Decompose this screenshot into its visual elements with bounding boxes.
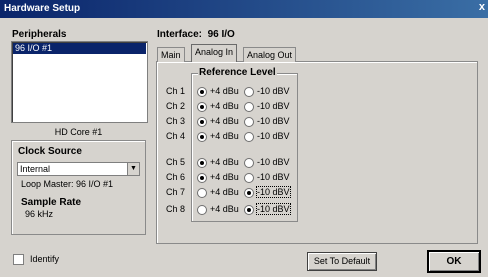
radio-plus4-dbu[interactable] bbox=[197, 132, 207, 142]
clock-source-value: Internal bbox=[20, 164, 51, 174]
hardware-setup-window: Hardware Setup x Peripherals 96 I/O #1 H… bbox=[0, 0, 488, 277]
channel-label: Ch 8 bbox=[166, 204, 186, 214]
reference-option-label[interactable]: +4 dBu bbox=[210, 131, 239, 141]
tab-analog-out[interactable]: Analog Out bbox=[243, 47, 297, 62]
close-icon[interactable]: x bbox=[479, 1, 485, 13]
radio-plus4-dbu[interactable] bbox=[197, 87, 207, 97]
window-title: Hardware Setup bbox=[4, 3, 81, 14]
channel-label: Ch 5 bbox=[166, 157, 186, 167]
radio-plus4-dbu[interactable] bbox=[197, 205, 207, 215]
interface-label: Interface: bbox=[157, 29, 203, 40]
radio-minus10-dbv[interactable] bbox=[244, 132, 254, 142]
radio-minus10-dbv[interactable] bbox=[244, 158, 254, 168]
interface-heading: Interface: 96 I/O bbox=[157, 29, 235, 40]
reference-level-heading: Reference Level bbox=[198, 67, 277, 78]
peripherals-heading: Peripherals bbox=[12, 29, 67, 40]
reference-option-label[interactable]: -10 dBV bbox=[256, 203, 291, 215]
ok-button[interactable]: OK bbox=[427, 250, 481, 273]
reference-option-label[interactable]: -10 dBV bbox=[257, 116, 290, 126]
title-bar: Hardware Setup x bbox=[0, 0, 488, 18]
radio-minus10-dbv[interactable] bbox=[244, 87, 254, 97]
reference-option-label[interactable]: +4 dBu bbox=[210, 101, 239, 111]
radio-minus10-dbv[interactable] bbox=[244, 173, 254, 183]
identify-checkbox[interactable]: Identify bbox=[13, 254, 60, 266]
loop-master-label: Loop Master: 96 I/O #1 bbox=[21, 179, 114, 189]
reference-option-label[interactable]: +4 dBu bbox=[210, 116, 239, 126]
channel-label: Ch 1 bbox=[166, 86, 186, 96]
channel-label: Ch 6 bbox=[166, 172, 186, 182]
radio-plus4-dbu[interactable] bbox=[197, 173, 207, 183]
radio-plus4-dbu[interactable] bbox=[197, 117, 207, 127]
reference-option-label[interactable]: +4 dBu bbox=[210, 86, 239, 96]
sample-rate-heading: Sample Rate bbox=[21, 197, 82, 208]
checkbox-box[interactable] bbox=[13, 254, 24, 266]
chevron-down-icon[interactable]: ▼ bbox=[127, 163, 139, 175]
tab-analog-in[interactable]: Analog In bbox=[191, 44, 238, 62]
radio-plus4-dbu[interactable] bbox=[197, 158, 207, 168]
reference-option-label[interactable]: +4 dBu bbox=[210, 187, 239, 197]
radio-minus10-dbv[interactable] bbox=[244, 205, 254, 215]
sample-rate-value: 96 kHz bbox=[25, 209, 54, 219]
peripheral-item[interactable]: 96 I/O #1 bbox=[13, 43, 146, 54]
reference-option-label[interactable]: -10 dBV bbox=[257, 101, 290, 111]
radio-plus4-dbu[interactable] bbox=[197, 102, 207, 112]
radio-plus4-dbu[interactable] bbox=[197, 188, 207, 198]
set-to-default-button[interactable]: Set To Default bbox=[307, 252, 377, 271]
reference-option-label[interactable]: -10 dBV bbox=[257, 86, 290, 96]
channel-label: Ch 7 bbox=[166, 187, 186, 197]
reference-option-label[interactable]: -10 dBV bbox=[257, 172, 290, 182]
reference-option-label[interactable]: -10 dBV bbox=[257, 157, 290, 167]
hd-core-label: HD Core #1 bbox=[54, 127, 103, 137]
radio-minus10-dbv[interactable] bbox=[244, 117, 254, 127]
reference-option-label[interactable]: +4 dBu bbox=[210, 157, 239, 167]
channel-label: Ch 3 bbox=[166, 116, 186, 126]
reference-option-label[interactable]: +4 dBu bbox=[210, 172, 239, 182]
reference-option-label[interactable]: -10 dBV bbox=[257, 131, 290, 141]
identify-label: Identify bbox=[30, 254, 60, 264]
peripherals-list[interactable]: 96 I/O #1 bbox=[11, 41, 148, 123]
clock-source-select[interactable]: Internal ▼ bbox=[17, 162, 140, 176]
radio-minus10-dbv[interactable] bbox=[244, 102, 254, 112]
radio-minus10-dbv[interactable] bbox=[244, 188, 254, 198]
clock-source-heading: Clock Source bbox=[18, 146, 82, 157]
tab-main[interactable]: Main bbox=[157, 47, 185, 62]
interface-name: 96 I/O bbox=[207, 29, 235, 40]
channel-label: Ch 2 bbox=[166, 101, 186, 111]
reference-option-label[interactable]: -10 dBV bbox=[256, 186, 291, 198]
channel-label: Ch 4 bbox=[166, 131, 186, 141]
reference-option-label[interactable]: +4 dBu bbox=[210, 204, 239, 214]
